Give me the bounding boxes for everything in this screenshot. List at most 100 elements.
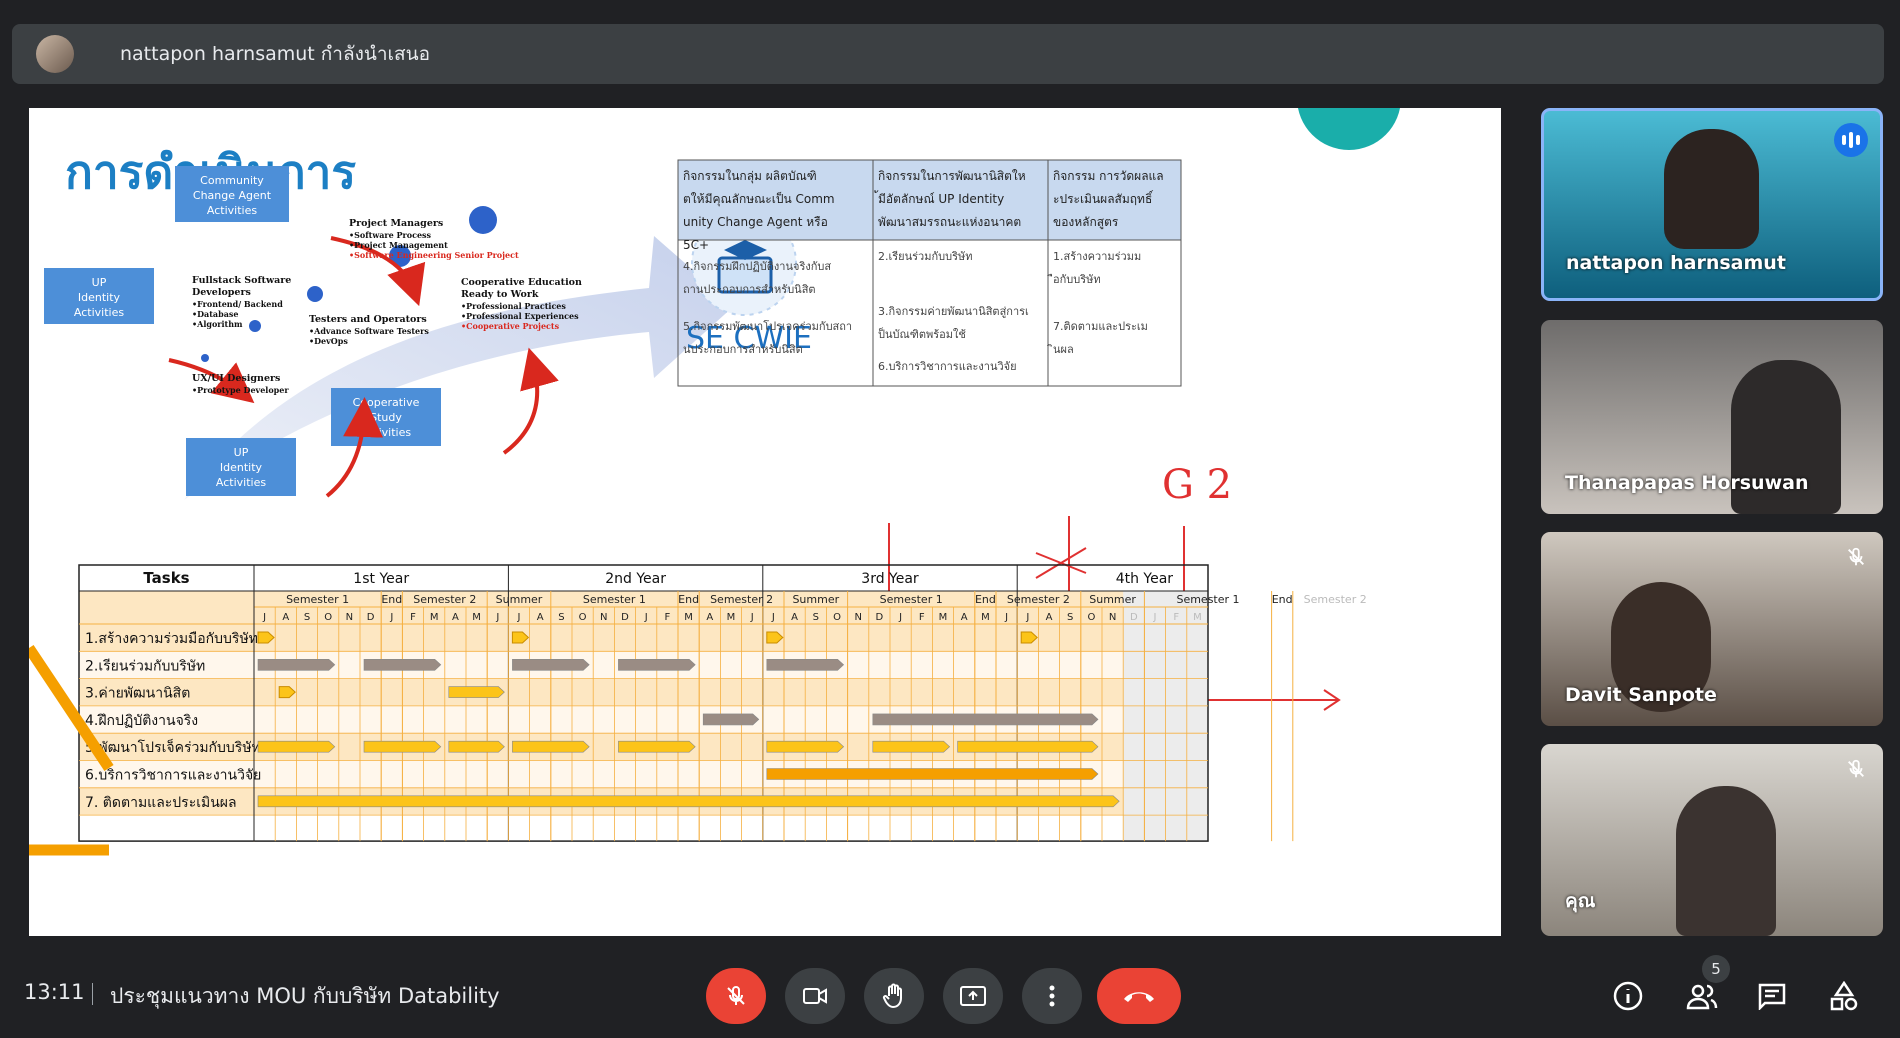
presentation-stage: การดำเนินการ CommunityChange AgentActivi… — [29, 108, 1501, 936]
gantt-bar — [257, 659, 336, 671]
role-title: Cooperative Education — [461, 277, 582, 288]
milestone-dot — [469, 206, 497, 234]
more-options-button[interactable] — [1022, 968, 1082, 1024]
gantt-bar — [872, 740, 951, 753]
present-screen-button[interactable] — [943, 968, 1003, 1024]
gantt-bar — [512, 659, 590, 671]
gantt-semester-label: Semester 1 — [1176, 593, 1239, 606]
activity-box-label: Study — [370, 411, 402, 424]
presenter-label: nattapon harnsamut กำลังนำเสนอ — [120, 43, 431, 65]
activity-box-label: Activities — [74, 306, 124, 319]
activity-table-header-cell: พัฒนาสมรรถนะแห่งอนาคต — [878, 215, 1021, 229]
people-icon — [1686, 984, 1718, 1010]
meeting-title: ประชุมแนวทาง MOU กับบริษัท Datability — [110, 984, 500, 1008]
gantt-row-bg — [79, 678, 1124, 706]
gantt-month-label: S — [558, 612, 564, 623]
gantt-month-label: A — [706, 612, 713, 623]
mic-off-icon — [1848, 547, 1864, 566]
gantt-bar — [448, 686, 505, 698]
role-item: •Advance Software Testers — [309, 326, 429, 336]
activity-table-header-cell: ะประเมินผลสัมฤทธิ์ — [1053, 190, 1154, 206]
gantt-bar — [363, 659, 442, 671]
participant-tile[interactable]: Davit Sanpote — [1541, 532, 1883, 726]
activity-table-header-cell: กิจกรรมในกลุ่ม ผลิตบัณฑิ — [683, 169, 817, 184]
participant-name: Thanapapas Horsuwan — [1565, 472, 1809, 494]
milestone-dot — [307, 286, 323, 302]
role-title: UX/UI Designers — [192, 373, 280, 384]
activity-box-label: Change Agent — [193, 189, 272, 202]
activities-icon — [1830, 981, 1858, 1011]
teal-decoration — [1297, 108, 1401, 150]
gantt-month-label: J — [644, 612, 648, 623]
role-item: •Project Management — [349, 240, 448, 250]
chat-button[interactable] — [1750, 974, 1794, 1018]
gantt-month-label: N — [346, 612, 353, 623]
activities-button[interactable] — [1822, 974, 1866, 1018]
hang-up-icon — [1124, 992, 1154, 1002]
mic-toggle-button[interactable] — [706, 968, 766, 1024]
gantt-semester-label: End — [1272, 593, 1293, 606]
activity-table-header-cell: unity Change Agent หรือ — [683, 215, 828, 229]
activity-table-cell: ป็นบัณฑิตพร้อมใช้ — [878, 327, 966, 341]
gantt-month-label: M — [430, 612, 439, 623]
participant-tile[interactable]: คุณ — [1541, 744, 1883, 936]
gantt-month-label: F — [410, 612, 416, 623]
activity-table-cell: ถานประกอบการสำหรับนิสิต — [683, 283, 816, 296]
participant-video — [1676, 786, 1776, 936]
participant-tile[interactable]: nattapon harnsamut — [1541, 108, 1883, 301]
gantt-task-label: 2.เรียนร่วมกับบริษัท — [85, 658, 205, 674]
gantt-tasks-header: Tasks — [143, 569, 189, 587]
activity-table-header-cell: กิจกรรมในการพัฒนานิสิตให — [878, 169, 1026, 183]
gantt-month-label: N — [600, 612, 607, 623]
meeting-details-button[interactable] — [1606, 974, 1650, 1018]
gantt-semester-label: Summer — [1089, 593, 1136, 606]
leave-call-button[interactable] — [1097, 968, 1181, 1024]
gantt-task-label: 1.สร้างความร่วมมือกับบริษัท — [85, 631, 258, 647]
gantt-semester-label: End — [381, 593, 402, 606]
gantt-task-label: 6.บริการวิชาการและงานวิจัย — [85, 768, 261, 784]
raise-hand-button[interactable] — [864, 968, 924, 1024]
video-camera-icon — [803, 988, 827, 1004]
activity-box-label: Activities — [216, 476, 266, 489]
activity-box-label: UP — [234, 446, 249, 459]
gantt-bar — [957, 740, 1099, 753]
gantt-bar — [618, 740, 696, 753]
activity-box-label: Identity — [78, 291, 121, 304]
role-title: Developers — [192, 287, 251, 298]
gantt-semester-label: Semester 2 — [1007, 593, 1070, 606]
gantt-semester-label: End — [678, 593, 699, 606]
gantt-semester-label: Semester 1 — [286, 593, 349, 606]
presenter-avatar — [36, 35, 74, 73]
milestone-dot — [249, 320, 261, 332]
role-item: •Software Process — [349, 230, 432, 240]
gantt-year-label: 4th Year — [1116, 571, 1174, 587]
role-item: •Database — [192, 309, 238, 319]
gantt-bar — [702, 713, 760, 726]
participant-tile[interactable]: Thanapapas Horsuwan — [1541, 320, 1883, 514]
gantt-month-label: S — [304, 612, 310, 623]
gantt-semester-label: Summer — [496, 593, 543, 606]
gantt-month-label: D — [621, 612, 629, 623]
activity-table-cell: 3.กิจกรรมค่ายพัฒนานิสิตสู่การเ — [878, 305, 1029, 318]
handwriting-text: G 2 — [1162, 462, 1232, 508]
gantt-month-label: J — [1153, 612, 1157, 623]
role-title: Fullstack Software — [192, 275, 291, 286]
role-title: Ready to Work — [461, 289, 539, 300]
gantt-month-label: A — [791, 612, 798, 623]
camera-toggle-button[interactable] — [785, 968, 845, 1024]
role-item: •Professional Practices — [461, 301, 566, 311]
gantt-bar — [766, 740, 845, 753]
role-item-highlight: •Cooperative Projects — [461, 321, 560, 331]
gantt-month-label: O — [324, 612, 332, 623]
gantt-row-bg — [79, 651, 1124, 679]
activity-table-header-cell: ของหลักสูตร — [1053, 215, 1119, 230]
participant-name: nattapon harnsamut — [1566, 252, 1786, 274]
gantt-month-label: M — [684, 612, 693, 623]
role-item: •Frontend/ Backend — [192, 299, 283, 309]
activity-box-label: Activities — [361, 426, 411, 439]
gantt-month-label: F — [1173, 612, 1179, 623]
gantt-chart: Tasks 1st Year 2nd Year 3rd Year 4th YearSem… — [78, 564, 1367, 842]
participant-name: คุณ — [1565, 890, 1596, 912]
gantt-bar — [363, 740, 442, 753]
gantt-bar — [766, 659, 845, 671]
